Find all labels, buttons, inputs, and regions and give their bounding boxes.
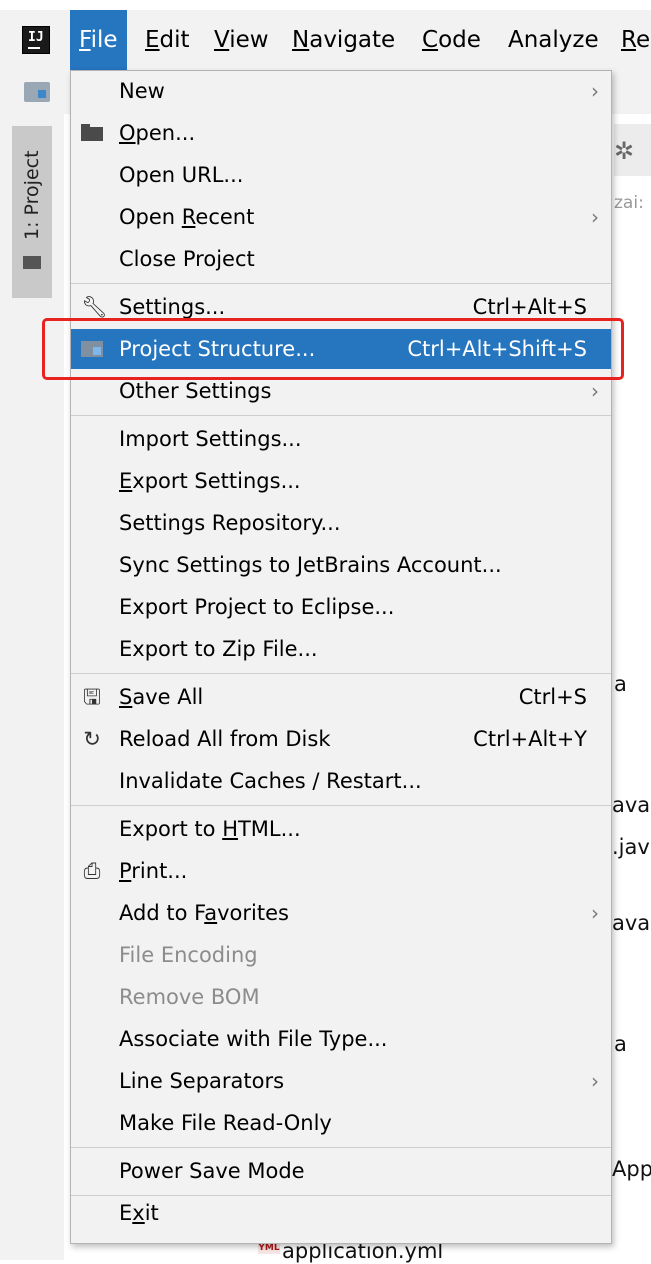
menu-edit-label: dit <box>159 27 190 53</box>
menu-item-power-save-mode[interactable]: Power Save Mode <box>71 1151 611 1191</box>
menu-item-label: Settings Repository... <box>119 511 341 535</box>
menu-item-label: New <box>119 79 165 103</box>
menu-code-label: ode <box>438 27 481 53</box>
menu-item-label: Invalidate Caches / Restart... <box>119 769 422 793</box>
background-text: ava <box>612 793 651 817</box>
intellij-logo-icon: IJ <box>22 26 50 54</box>
menu-item-label: Reload All from Disk <box>119 727 331 751</box>
file-menu-dropdown: New › Open... Open URL... Open Recent › … <box>70 70 612 1244</box>
menu-item-close-project[interactable]: Close Project <box>71 239 611 279</box>
menu-item-label: Export to Zip File... <box>119 637 318 661</box>
wrench-icon: 🔧︎ <box>81 295 108 319</box>
reload-icon: ↻ <box>83 727 101 751</box>
menu-item-label: Open URL... <box>119 163 244 187</box>
menu-item-shortcut: Ctrl+Alt+Y <box>473 727 587 751</box>
menu-analyze[interactable]: Analyze <box>499 10 608 70</box>
project-tool-tab-label: 1: Project <box>21 150 43 240</box>
menu-item-export-zip[interactable]: Export to Zip File... <box>71 629 611 669</box>
menu-item-label: Export to HTML... <box>119 817 301 841</box>
menu-item-label: Power Save Mode <box>119 1159 305 1183</box>
background-text: a <box>614 672 627 696</box>
menu-item-label: Export Settings... <box>119 469 301 493</box>
gear-icon[interactable]: ✲ <box>614 139 634 163</box>
menu-code-mnemonic: C <box>422 27 439 53</box>
menu-item-label: Remove BOM <box>119 985 260 1009</box>
background-text: ava <box>612 911 651 935</box>
menu-analyze-label: Analyze <box>508 27 599 53</box>
menu-separator <box>71 283 611 284</box>
menu-view-label: iew <box>229 27 269 53</box>
menu-file-label: ile <box>90 27 118 53</box>
menu-item-settings-repository[interactable]: Settings Repository... <box>71 503 611 543</box>
menu-item-label: Exit <box>119 1201 159 1225</box>
annotation-highlight-box <box>42 318 624 380</box>
menu-item-invalidate-caches[interactable]: Invalidate Caches / Restart... <box>71 761 611 801</box>
menu-item-open[interactable]: Open... <box>71 113 611 153</box>
menu-item-label: Add to Favorites <box>119 901 289 925</box>
menu-navigate-mnemonic: N <box>292 27 310 53</box>
menu-navigate[interactable]: Navigate <box>283 10 404 70</box>
menu-item-reload-all[interactable]: ↻ Reload All from Disk Ctrl+Alt+Y <box>71 719 611 759</box>
printer-icon: ⎙ <box>83 859 101 883</box>
background-text: App <box>612 1157 651 1181</box>
menu-file-mnemonic: F <box>79 27 91 53</box>
menu-item-open-url[interactable]: Open URL... <box>71 155 611 195</box>
menu-item-label: Line Separators <box>119 1069 285 1093</box>
menu-separator <box>71 415 611 416</box>
chevron-right-icon: › <box>591 205 599 229</box>
open-folder-icon <box>81 124 103 141</box>
menu-item-export-settings[interactable]: Export Settings... <box>71 461 611 501</box>
background-text: .jav <box>612 835 650 859</box>
main-menu-bar: IJ File Edit View Navigate Code Analyze … <box>0 10 651 71</box>
menu-separator <box>71 673 611 674</box>
menu-separator <box>71 805 611 806</box>
folder-icon <box>23 256 41 269</box>
menu-item-file-encoding: File Encoding <box>71 935 611 975</box>
menu-item-shortcut: Ctrl+S <box>518 685 587 709</box>
menu-item-save-all[interactable]: 🖫︎ Save All Ctrl+S <box>71 677 611 717</box>
menu-item-label: Close Project <box>119 247 255 271</box>
menu-item-sync-settings[interactable]: Sync Settings to JetBrains Account... <box>71 545 611 585</box>
menu-navigate-label: avigate <box>309 27 396 53</box>
menu-item-label: File Encoding <box>119 943 258 967</box>
menu-item-label: Save All <box>119 685 204 709</box>
save-icon: 🖫︎ <box>83 685 101 709</box>
menu-item-open-recent[interactable]: Open Recent › <box>71 197 611 237</box>
menu-item-import-settings[interactable]: Import Settings... <box>71 419 611 459</box>
menu-view[interactable]: View <box>205 10 278 70</box>
chevron-right-icon: › <box>591 1069 599 1093</box>
menu-item-add-to-favorites[interactable]: Add to Favorites › <box>71 893 611 933</box>
menu-item-make-read-only[interactable]: Make File Read-Only <box>71 1103 611 1143</box>
menu-item-new[interactable]: New › <box>71 71 611 111</box>
background-text: a <box>614 1032 627 1056</box>
menu-code[interactable]: Code <box>413 10 490 70</box>
menu-item-label: Export Project to Eclipse... <box>119 595 395 619</box>
menu-separator <box>71 1147 611 1148</box>
menu-item-label: Print... <box>119 859 188 883</box>
menu-item-remove-bom: Remove BOM <box>71 977 611 1017</box>
menu-item-line-separators[interactable]: Line Separators › <box>71 1061 611 1101</box>
menu-item-label: Sync Settings to JetBrains Account... <box>119 553 502 577</box>
menu-item-label: Open Recent <box>119 205 255 229</box>
menu-item-export-eclipse[interactable]: Export Project to Eclipse... <box>71 587 611 627</box>
menu-refactor-label: e <box>635 27 651 53</box>
background-text: zai: <box>614 193 644 213</box>
menu-file[interactable]: File <box>70 10 127 70</box>
menu-item-exit[interactable]: Exit <box>71 1193 611 1233</box>
menu-refactor-mnemonic: R <box>621 27 636 53</box>
chevron-right-icon: › <box>591 79 599 103</box>
menu-item-label: Make File Read-Only <box>119 1111 332 1135</box>
menu-item-print[interactable]: ⎙ Print... <box>71 851 611 891</box>
menu-item-associate-file-type[interactable]: Associate with File Type... <box>71 1019 611 1059</box>
menu-edit-mnemonic: E <box>145 27 160 53</box>
menu-item-label: Import Settings... <box>119 427 302 451</box>
menu-item-label: Associate with File Type... <box>119 1027 388 1051</box>
menu-refactor[interactable]: Re <box>612 10 651 70</box>
menu-view-mnemonic: V <box>214 27 230 53</box>
menu-item-export-html[interactable]: Export to HTML... <box>71 809 611 849</box>
menu-item-label: Open... <box>119 121 196 145</box>
chevron-right-icon: › <box>591 901 599 925</box>
menu-edit[interactable]: Edit <box>136 10 199 70</box>
